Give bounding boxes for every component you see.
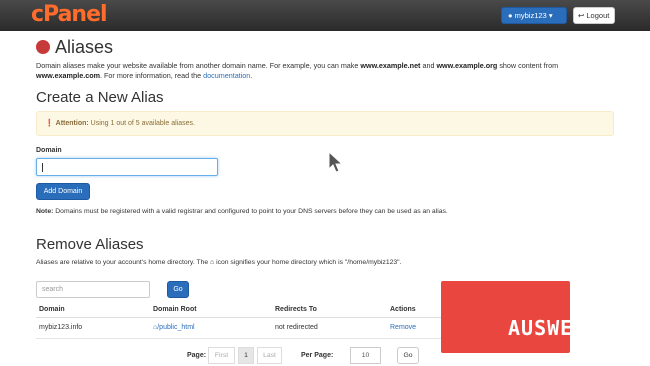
note-label: Note: [36, 208, 54, 215]
note-text: Domains must be registered with a valid … [53, 208, 448, 215]
user-menu-label: mybiz123 [514, 11, 547, 20]
alert-label: Attention: [55, 120, 89, 127]
per-page-label: Per Page: [301, 352, 334, 359]
create-alias-heading: Create a New Alias [36, 89, 164, 106]
desc-text: . [250, 71, 253, 80]
aliases-icon [36, 40, 50, 54]
table-header-divider [36, 317, 441, 318]
ausweb-watermark-text: AUSWEB [508, 316, 587, 340]
remove-link[interactable]: Remove [390, 324, 416, 331]
last-page-button[interactable]: Last [257, 347, 282, 364]
caret-down-icon: ▾ [548, 11, 553, 20]
column-header-domain[interactable]: Domain [39, 306, 65, 313]
user-menu-button[interactable]: ● mybiz123 ▾ [501, 7, 567, 24]
desc-text: . For more information, read the [100, 71, 204, 80]
hint-text: Aliases are relative to your account's h… [36, 259, 211, 266]
per-page-input[interactable]: 10 [350, 347, 381, 364]
search-input[interactable]: search [36, 281, 150, 298]
hint-text: icon signifies your home directory which… [214, 259, 402, 266]
desc-example-1: www.example.net [360, 61, 421, 70]
domain-root-link[interactable]: ⌂/public_html [153, 324, 195, 331]
usage-alert: ❗ Attention: Using 1 out of 5 available … [36, 111, 614, 136]
row-action[interactable]: Remove [390, 324, 416, 331]
logout-label: Logout [586, 11, 610, 20]
registration-note: Note: Domains must be registered with a … [36, 208, 448, 215]
documentation-link[interactable]: documentation [203, 71, 250, 80]
add-domain-button[interactable]: Add Domain [36, 183, 90, 200]
remove-aliases-heading: Remove Aliases [36, 236, 144, 253]
cpanel-logo[interactable]: cPanel [31, 2, 108, 27]
page-label: Page: [187, 352, 207, 359]
domain-label: Domain [36, 147, 62, 154]
desc-text: and [420, 61, 437, 70]
per-page-go-button[interactable]: Go [397, 347, 419, 364]
domain-root-text: /public_html [157, 324, 195, 331]
row-domain: mybiz123.info [39, 324, 83, 331]
page-description: Domain aliases make your website availab… [36, 61, 616, 81]
current-page-button[interactable]: 1 [238, 347, 254, 364]
alert-text: Using 1 out of 5 available aliases. [88, 120, 195, 127]
desc-example-2: www.example.org [436, 61, 498, 70]
desc-text: show content from [497, 61, 559, 70]
column-header-redirects[interactable]: Redirects To [275, 306, 317, 313]
domain-field[interactable] [36, 158, 218, 176]
page-title: Aliases [36, 37, 113, 58]
desc-example-3: www.example.com [36, 71, 101, 80]
top-bar: cPanel ● mybiz123 ▾ ↩ Logout [0, 0, 650, 31]
home-directory-hint: Aliases are relative to your account's h… [36, 259, 401, 266]
warning-icon: ❗ [45, 120, 54, 127]
page-title-text: Aliases [55, 37, 114, 57]
row-domain-root[interactable]: ⌂/public_html [153, 324, 195, 331]
text-caret [42, 163, 43, 172]
logout-button[interactable]: ↩ Logout [573, 7, 615, 24]
column-header-actions: Actions [390, 306, 416, 313]
desc-text: Domain aliases make your website availab… [36, 61, 361, 70]
row-redirect: not redirected [275, 324, 318, 331]
row-divider [36, 338, 441, 339]
search-go-button[interactable]: Go [167, 281, 189, 298]
user-icon: ● [508, 11, 513, 20]
logout-icon: ↩ [578, 11, 585, 20]
column-header-domain-root[interactable]: Domain Root [153, 306, 197, 313]
first-page-button[interactable]: First [208, 347, 235, 364]
mouse-cursor-icon [328, 151, 344, 173]
